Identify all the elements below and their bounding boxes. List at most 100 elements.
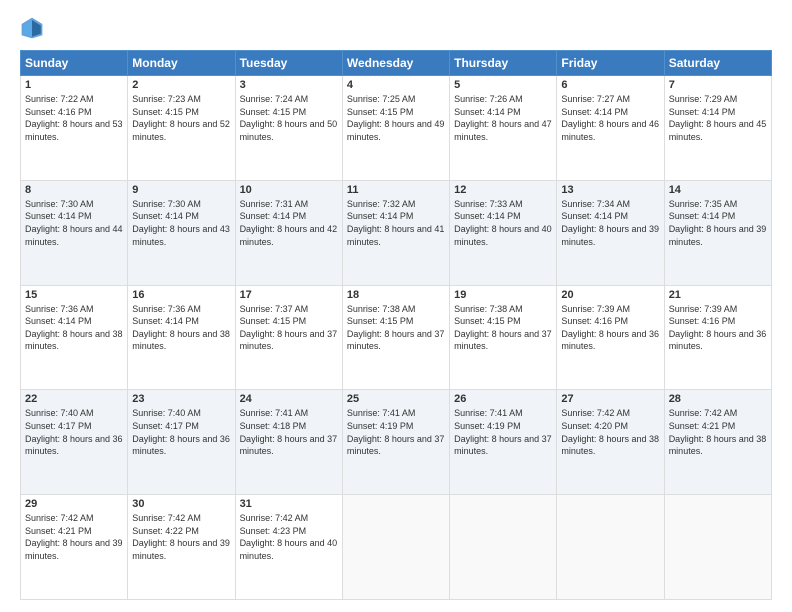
weekday-header-tuesday: Tuesday — [235, 51, 342, 76]
calendar-cell: 28 Sunrise: 7:42 AMSunset: 4:21 PMDaylig… — [664, 390, 771, 495]
day-number: 1 — [25, 79, 123, 91]
calendar-cell: 5 Sunrise: 7:26 AMSunset: 4:14 PMDayligh… — [450, 76, 557, 181]
day-info: Sunrise: 7:39 AMSunset: 4:16 PMDaylight:… — [669, 304, 767, 352]
day-info: Sunrise: 7:40 AMSunset: 4:17 PMDaylight:… — [132, 408, 230, 456]
day-info: Sunrise: 7:30 AMSunset: 4:14 PMDaylight:… — [25, 199, 123, 247]
day-info: Sunrise: 7:42 AMSunset: 4:21 PMDaylight:… — [25, 513, 123, 561]
calendar-cell: 24 Sunrise: 7:41 AMSunset: 4:18 PMDaylig… — [235, 390, 342, 495]
calendar-cell: 11 Sunrise: 7:32 AMSunset: 4:14 PMDaylig… — [342, 180, 449, 285]
day-number: 25 — [347, 393, 445, 405]
day-number: 22 — [25, 393, 123, 405]
day-info: Sunrise: 7:34 AMSunset: 4:14 PMDaylight:… — [561, 199, 659, 247]
weekday-header-thursday: Thursday — [450, 51, 557, 76]
day-number: 5 — [454, 79, 552, 91]
day-info: Sunrise: 7:33 AMSunset: 4:14 PMDaylight:… — [454, 199, 552, 247]
weekday-header-sunday: Sunday — [21, 51, 128, 76]
day-number: 14 — [669, 184, 767, 196]
day-number: 11 — [347, 184, 445, 196]
calendar-cell: 14 Sunrise: 7:35 AMSunset: 4:14 PMDaylig… — [664, 180, 771, 285]
day-info: Sunrise: 7:23 AMSunset: 4:15 PMDaylight:… — [132, 94, 230, 142]
calendar-cell: 20 Sunrise: 7:39 AMSunset: 4:16 PMDaylig… — [557, 285, 664, 390]
day-info: Sunrise: 7:36 AMSunset: 4:14 PMDaylight:… — [132, 304, 230, 352]
header — [20, 16, 772, 40]
day-number: 7 — [669, 79, 767, 91]
day-number: 6 — [561, 79, 659, 91]
calendar-cell: 26 Sunrise: 7:41 AMSunset: 4:19 PMDaylig… — [450, 390, 557, 495]
day-number: 21 — [669, 289, 767, 301]
calendar-cell — [557, 495, 664, 600]
day-number: 2 — [132, 79, 230, 91]
calendar-cell: 22 Sunrise: 7:40 AMSunset: 4:17 PMDaylig… — [21, 390, 128, 495]
day-info: Sunrise: 7:42 AMSunset: 4:22 PMDaylight:… — [132, 513, 230, 561]
day-number: 8 — [25, 184, 123, 196]
day-number: 31 — [240, 498, 338, 510]
page: SundayMondayTuesdayWednesdayThursdayFrid… — [0, 0, 792, 612]
day-info: Sunrise: 7:42 AMSunset: 4:20 PMDaylight:… — [561, 408, 659, 456]
day-info: Sunrise: 7:38 AMSunset: 4:15 PMDaylight:… — [347, 304, 445, 352]
day-info: Sunrise: 7:31 AMSunset: 4:14 PMDaylight:… — [240, 199, 338, 247]
day-number: 24 — [240, 393, 338, 405]
calendar-cell: 6 Sunrise: 7:27 AMSunset: 4:14 PMDayligh… — [557, 76, 664, 181]
calendar-cell: 1 Sunrise: 7:22 AMSunset: 4:16 PMDayligh… — [21, 76, 128, 181]
day-number: 28 — [669, 393, 767, 405]
logo — [20, 16, 48, 40]
calendar-table: SundayMondayTuesdayWednesdayThursdayFrid… — [20, 50, 772, 600]
day-info: Sunrise: 7:41 AMSunset: 4:19 PMDaylight:… — [454, 408, 552, 456]
calendar-week-5: 29 Sunrise: 7:42 AMSunset: 4:21 PMDaylig… — [21, 495, 772, 600]
calendar-week-2: 8 Sunrise: 7:30 AMSunset: 4:14 PMDayligh… — [21, 180, 772, 285]
day-number: 15 — [25, 289, 123, 301]
day-info: Sunrise: 7:22 AMSunset: 4:16 PMDaylight:… — [25, 94, 123, 142]
weekday-header-friday: Friday — [557, 51, 664, 76]
day-number: 23 — [132, 393, 230, 405]
day-info: Sunrise: 7:35 AMSunset: 4:14 PMDaylight:… — [669, 199, 767, 247]
calendar-week-4: 22 Sunrise: 7:40 AMSunset: 4:17 PMDaylig… — [21, 390, 772, 495]
calendar-cell: 9 Sunrise: 7:30 AMSunset: 4:14 PMDayligh… — [128, 180, 235, 285]
weekday-header-saturday: Saturday — [664, 51, 771, 76]
day-info: Sunrise: 7:42 AMSunset: 4:23 PMDaylight:… — [240, 513, 338, 561]
day-number: 4 — [347, 79, 445, 91]
calendar-cell: 30 Sunrise: 7:42 AMSunset: 4:22 PMDaylig… — [128, 495, 235, 600]
weekday-header-monday: Monday — [128, 51, 235, 76]
weekday-header-wednesday: Wednesday — [342, 51, 449, 76]
day-number: 30 — [132, 498, 230, 510]
day-number: 3 — [240, 79, 338, 91]
calendar-cell: 19 Sunrise: 7:38 AMSunset: 4:15 PMDaylig… — [450, 285, 557, 390]
calendar-cell: 3 Sunrise: 7:24 AMSunset: 4:15 PMDayligh… — [235, 76, 342, 181]
day-number: 18 — [347, 289, 445, 301]
day-number: 13 — [561, 184, 659, 196]
day-number: 12 — [454, 184, 552, 196]
calendar-cell — [664, 495, 771, 600]
day-info: Sunrise: 7:41 AMSunset: 4:19 PMDaylight:… — [347, 408, 445, 456]
calendar-cell: 31 Sunrise: 7:42 AMSunset: 4:23 PMDaylig… — [235, 495, 342, 600]
calendar-cell: 8 Sunrise: 7:30 AMSunset: 4:14 PMDayligh… — [21, 180, 128, 285]
calendar-cell: 7 Sunrise: 7:29 AMSunset: 4:14 PMDayligh… — [664, 76, 771, 181]
calendar-cell: 29 Sunrise: 7:42 AMSunset: 4:21 PMDaylig… — [21, 495, 128, 600]
calendar-cell: 13 Sunrise: 7:34 AMSunset: 4:14 PMDaylig… — [557, 180, 664, 285]
calendar-week-1: 1 Sunrise: 7:22 AMSunset: 4:16 PMDayligh… — [21, 76, 772, 181]
day-info: Sunrise: 7:29 AMSunset: 4:14 PMDaylight:… — [669, 94, 767, 142]
day-info: Sunrise: 7:38 AMSunset: 4:15 PMDaylight:… — [454, 304, 552, 352]
calendar-cell: 4 Sunrise: 7:25 AMSunset: 4:15 PMDayligh… — [342, 76, 449, 181]
day-number: 20 — [561, 289, 659, 301]
day-number: 17 — [240, 289, 338, 301]
day-info: Sunrise: 7:39 AMSunset: 4:16 PMDaylight:… — [561, 304, 659, 352]
weekday-header-row: SundayMondayTuesdayWednesdayThursdayFrid… — [21, 51, 772, 76]
day-number: 29 — [25, 498, 123, 510]
day-number: 26 — [454, 393, 552, 405]
day-info: Sunrise: 7:27 AMSunset: 4:14 PMDaylight:… — [561, 94, 659, 142]
day-number: 9 — [132, 184, 230, 196]
calendar-cell: 15 Sunrise: 7:36 AMSunset: 4:14 PMDaylig… — [21, 285, 128, 390]
day-info: Sunrise: 7:37 AMSunset: 4:15 PMDaylight:… — [240, 304, 338, 352]
day-number: 27 — [561, 393, 659, 405]
day-number: 10 — [240, 184, 338, 196]
calendar-cell: 17 Sunrise: 7:37 AMSunset: 4:15 PMDaylig… — [235, 285, 342, 390]
day-info: Sunrise: 7:32 AMSunset: 4:14 PMDaylight:… — [347, 199, 445, 247]
day-info: Sunrise: 7:41 AMSunset: 4:18 PMDaylight:… — [240, 408, 338, 456]
calendar-cell: 23 Sunrise: 7:40 AMSunset: 4:17 PMDaylig… — [128, 390, 235, 495]
calendar-cell — [342, 495, 449, 600]
day-info: Sunrise: 7:25 AMSunset: 4:15 PMDaylight:… — [347, 94, 445, 142]
calendar-cell: 2 Sunrise: 7:23 AMSunset: 4:15 PMDayligh… — [128, 76, 235, 181]
day-number: 16 — [132, 289, 230, 301]
day-info: Sunrise: 7:30 AMSunset: 4:14 PMDaylight:… — [132, 199, 230, 247]
day-number: 19 — [454, 289, 552, 301]
